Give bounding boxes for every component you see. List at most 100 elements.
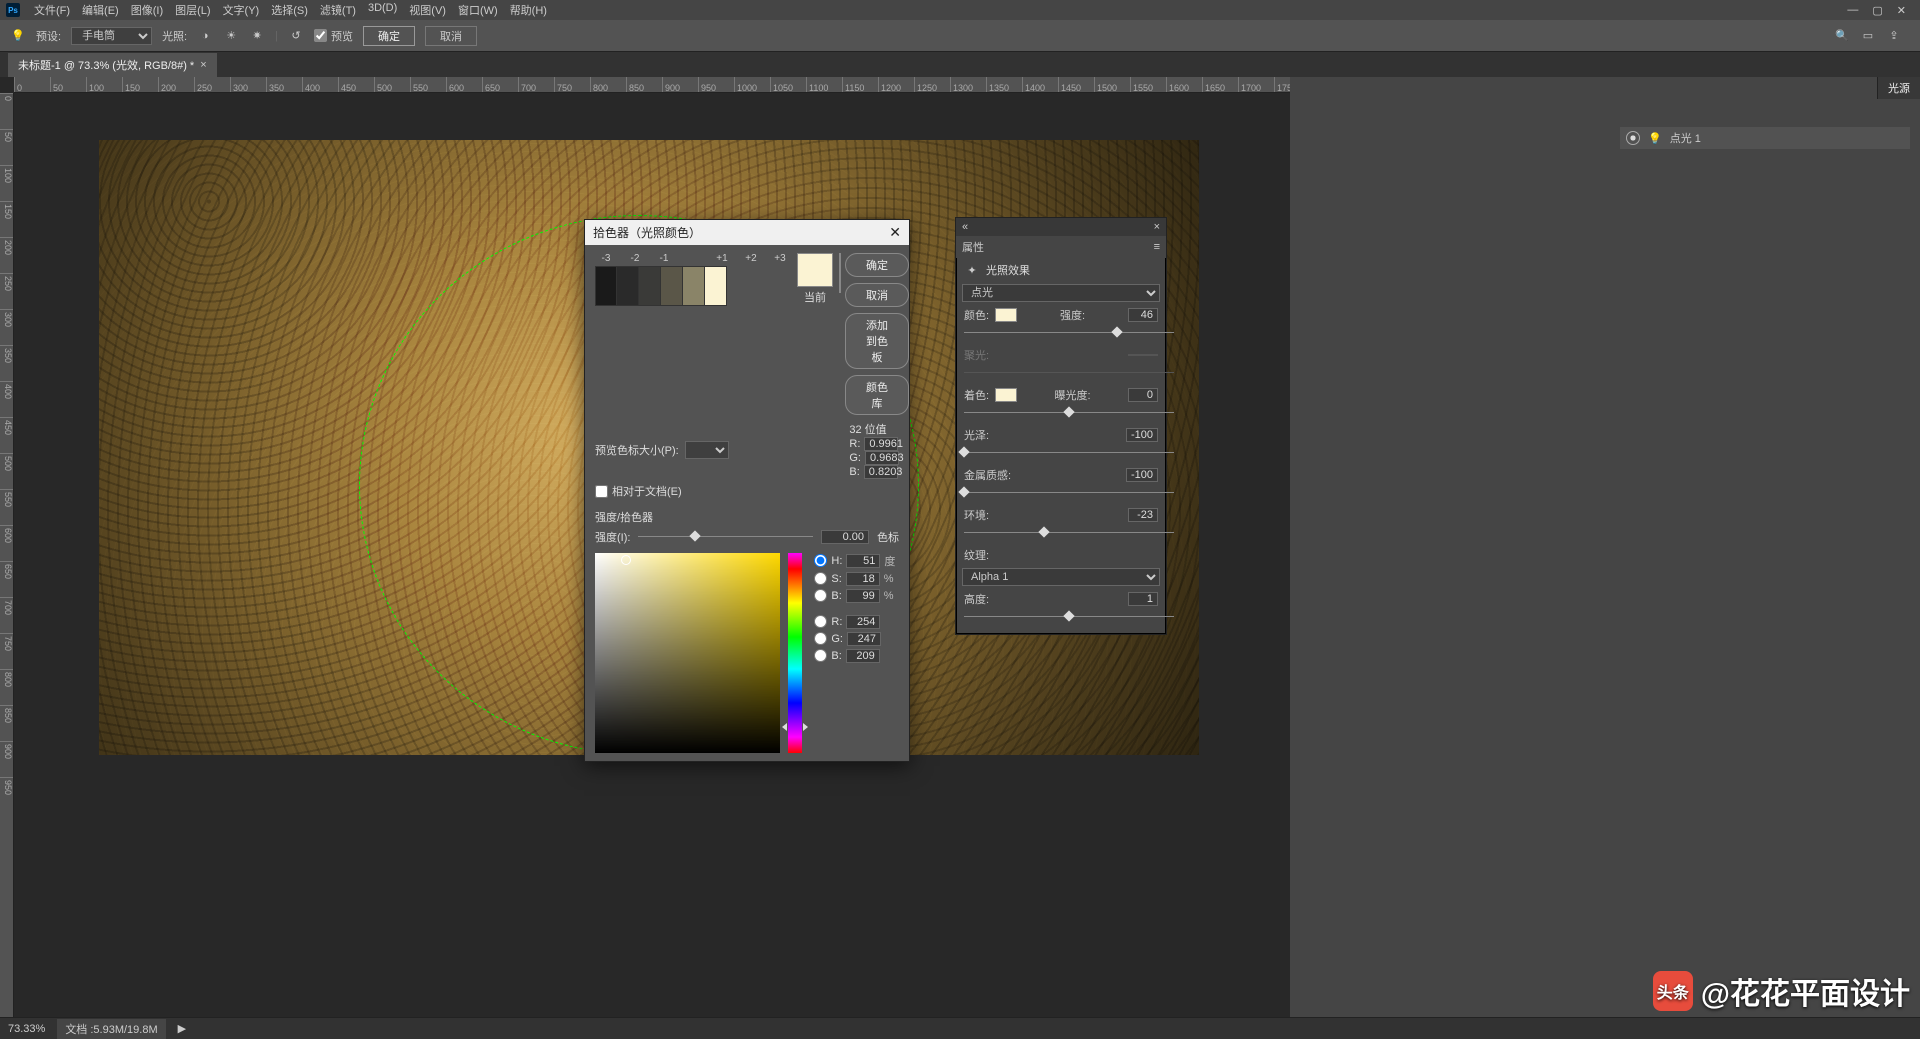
- workspace: 0501001502002503003504004505005506006507…: [0, 77, 1920, 1017]
- b8-radio[interactable]: [814, 649, 827, 662]
- texture-select[interactable]: Alpha 1: [962, 568, 1160, 586]
- preview-checkbox[interactable]: 预览: [314, 28, 353, 44]
- height-value[interactable]: 1: [1128, 592, 1158, 606]
- arrange-icon[interactable]: ▭: [1860, 28, 1876, 44]
- picker-cancel-button[interactable]: 取消: [845, 283, 909, 307]
- history-swatch[interactable]: [639, 266, 661, 306]
- h-radio[interactable]: [814, 554, 827, 567]
- panel-menu-icon[interactable]: «: [962, 221, 968, 233]
- menu-item[interactable]: 帮助(H): [504, 0, 553, 20]
- relative-checkbox[interactable]: 相对于文档(E): [595, 483, 682, 499]
- lights-list: 💡 点光 1: [1620, 127, 1910, 149]
- r32-field[interactable]: 0.9961: [864, 437, 898, 451]
- hue-bar[interactable]: [788, 553, 802, 753]
- menu-item[interactable]: 编辑(E): [76, 0, 125, 20]
- picker-ok-button[interactable]: 确定: [845, 253, 909, 277]
- intensity-value[interactable]: 46: [1128, 308, 1158, 322]
- b32-field[interactable]: 0.8203: [864, 465, 898, 479]
- menu-item[interactable]: 图像(I): [125, 0, 169, 20]
- menu-item[interactable]: 图层(L): [169, 0, 216, 20]
- swatch-size-label: 预览色标大小(P):: [595, 442, 679, 458]
- intensity-slider[interactable]: [964, 326, 1174, 340]
- g32-field[interactable]: 0.9683: [865, 451, 899, 465]
- document-tab[interactable]: 未标题-1 @ 73.3% (光效, RGB/8#) * ×: [8, 53, 217, 77]
- spot-light-icon[interactable]: ◑: [197, 28, 213, 44]
- exposure-slider[interactable]: [964, 406, 1174, 420]
- light-tool-icon[interactable]: 💡: [10, 28, 26, 44]
- menu-item[interactable]: 文字(Y): [217, 0, 266, 20]
- history-swatch[interactable]: [705, 266, 727, 306]
- b8-field[interactable]: 209: [846, 649, 880, 663]
- b-radio[interactable]: [814, 589, 827, 602]
- ambience-value[interactable]: -23: [1128, 508, 1158, 522]
- doc-info-chevron-icon[interactable]: ▶: [178, 1022, 186, 1035]
- metal-slider[interactable]: [964, 486, 1174, 500]
- tab-close-icon[interactable]: ×: [200, 59, 206, 71]
- maximize-icon[interactable]: ▢: [1872, 4, 1882, 17]
- current-color-swatch[interactable]: [797, 253, 833, 287]
- cancel-button[interactable]: 取消: [425, 26, 477, 46]
- zoom-level[interactable]: 73.33%: [8, 1023, 45, 1035]
- g-radio[interactable]: [814, 632, 827, 645]
- search-icon[interactable]: 🔍: [1834, 28, 1850, 44]
- light-type-select[interactable]: 点光: [962, 284, 1160, 302]
- bval-field[interactable]: 99: [846, 589, 880, 603]
- minimize-icon[interactable]: —: [1847, 4, 1858, 17]
- saturation-value-box[interactable]: [595, 553, 780, 753]
- menu-item[interactable]: 选择(S): [265, 0, 314, 20]
- watermark-text: @花花平面设计: [1701, 969, 1910, 1013]
- history-swatch[interactable]: [683, 266, 705, 306]
- properties-panel: « × 属性 ≡ ✦ 光照效果 点光 颜色: 强度: 46 聚光: 着色:: [955, 217, 1167, 635]
- metal-value[interactable]: -100: [1126, 468, 1158, 482]
- history-swatch[interactable]: [595, 266, 617, 306]
- add-swatch-button[interactable]: 添加到色板: [845, 313, 909, 369]
- color-libs-button[interactable]: 颜色库: [845, 375, 909, 415]
- hue-indicator-right: [803, 723, 808, 731]
- new-color-swatch[interactable]: [839, 253, 841, 293]
- s-radio[interactable]: [814, 572, 827, 585]
- options-bar: 💡 预设: 手电筒 光照: ◑ ☀ ✷ | ↺ 预览 确定 取消 🔍 ▭ ⇪: [0, 20, 1920, 52]
- preset-select[interactable]: 手电筒: [71, 27, 152, 45]
- infinite-light-icon[interactable]: ✷: [249, 28, 265, 44]
- menu-item[interactable]: 文件(F): [28, 0, 76, 20]
- gloss-value[interactable]: -100: [1126, 428, 1158, 442]
- picker-intensity-slider[interactable]: [638, 536, 813, 537]
- share-icon[interactable]: ⇪: [1886, 28, 1902, 44]
- sv-cursor[interactable]: [621, 555, 631, 565]
- history-swatch[interactable]: [617, 266, 639, 306]
- properties-tab[interactable]: 属性: [962, 239, 984, 255]
- ok-button[interactable]: 确定: [363, 26, 415, 46]
- height-slider[interactable]: [964, 610, 1174, 624]
- s-field[interactable]: 18: [846, 572, 880, 586]
- light-label: 光照:: [162, 28, 187, 44]
- intensity-section-title: 强度/拾色器: [595, 509, 899, 525]
- doc-info[interactable]: 文档 :5.93M/19.8M: [57, 1019, 165, 1039]
- g-field[interactable]: 247: [847, 632, 881, 646]
- r-field[interactable]: 254: [846, 615, 880, 629]
- tint-swatch[interactable]: [995, 388, 1017, 402]
- point-light-icon[interactable]: ☀: [223, 28, 239, 44]
- r-radio[interactable]: [814, 615, 827, 628]
- menu-item[interactable]: 滤镜(T): [314, 0, 362, 20]
- reset-icon[interactable]: ↺: [288, 28, 304, 44]
- menu-item[interactable]: 窗口(W): [452, 0, 504, 20]
- gloss-slider[interactable]: [964, 446, 1174, 460]
- visibility-icon[interactable]: [1626, 131, 1640, 145]
- swatch-size-select[interactable]: 1: [685, 441, 729, 459]
- spread-label: 聚光:: [964, 347, 989, 363]
- light-item[interactable]: 💡 点光 1: [1620, 127, 1910, 149]
- menu-item[interactable]: 3D(D): [362, 0, 403, 20]
- panel-close-icon[interactable]: ×: [1154, 221, 1160, 233]
- lights-panel-tab[interactable]: 光源: [1877, 77, 1920, 99]
- exposure-value[interactable]: 0: [1128, 388, 1158, 402]
- ambience-slider[interactable]: [964, 526, 1174, 540]
- close-icon[interactable]: ✕: [1897, 4, 1906, 17]
- history-swatch[interactable]: [661, 266, 683, 306]
- h-field[interactable]: 51: [846, 554, 880, 568]
- color-swatch[interactable]: [995, 308, 1017, 322]
- panel-options-icon[interactable]: ≡: [1154, 241, 1160, 253]
- history-swatches[interactable]: [595, 266, 791, 306]
- menu-item[interactable]: 视图(V): [403, 0, 452, 20]
- picker-intensity-value[interactable]: 0.00: [821, 530, 869, 544]
- dialog-close-icon[interactable]: ✕: [889, 224, 901, 241]
